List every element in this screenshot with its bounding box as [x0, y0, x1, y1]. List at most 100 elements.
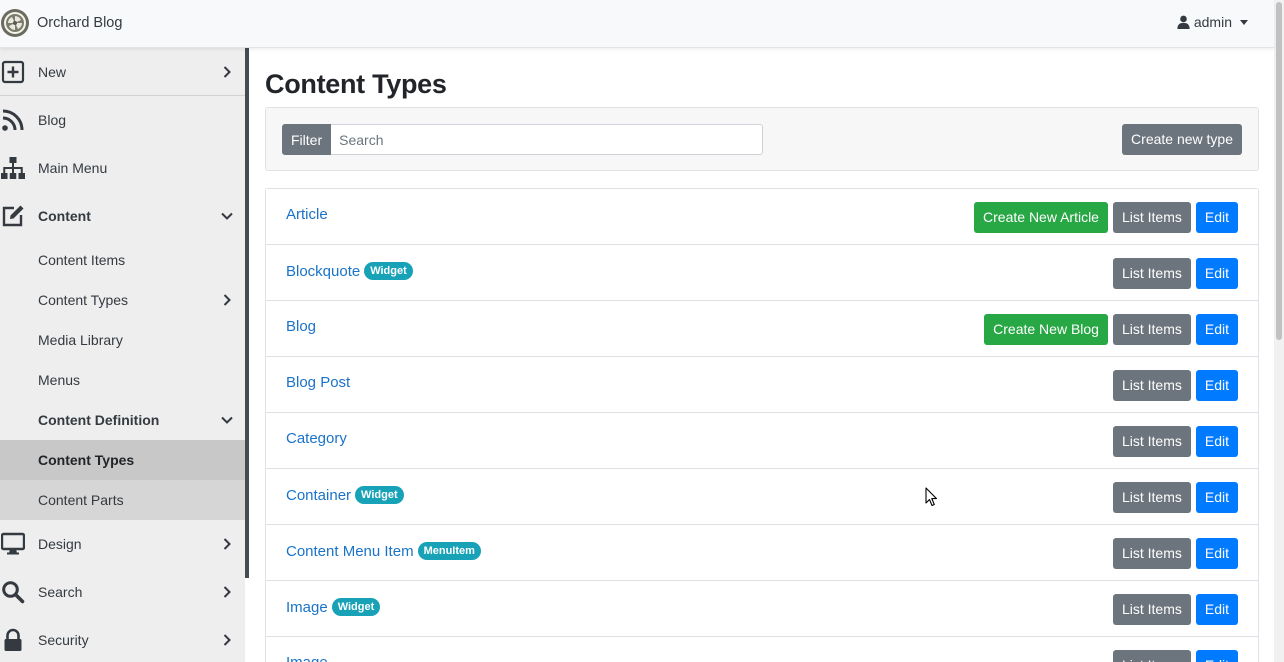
edit-button[interactable]: Edit	[1195, 370, 1238, 401]
rss-icon	[0, 107, 26, 133]
mouse-cursor-icon	[925, 487, 938, 507]
edit-button[interactable]: Edit	[1195, 426, 1238, 457]
search-input[interactable]	[331, 124, 764, 155]
chevron-right-icon	[223, 65, 231, 78]
edit-button[interactable]: Edit	[1195, 258, 1238, 289]
content-type-name: Container	[286, 486, 352, 504]
sidebar-resize-handle[interactable]	[245, 48, 249, 578]
sidebar-item-content[interactable]: Content	[0, 192, 245, 240]
orchard-logo-icon	[1, 9, 29, 37]
user-icon	[1177, 15, 1190, 29]
sidebar-item-label: Content Parts	[38, 492, 124, 508]
content-type-link[interactable]: Image	[286, 654, 328, 662]
sidebar-item-design[interactable]: Design	[0, 520, 245, 568]
sidebar-item-label: Content Items	[38, 252, 126, 268]
scrollbar-thumb[interactable]	[1276, 2, 1282, 340]
edit-button[interactable]: Edit	[1195, 482, 1238, 513]
plus-square-icon	[0, 59, 26, 85]
sidebar-item-media-library[interactable]: Media Library	[0, 320, 245, 360]
stereotype-badge: Widget	[364, 262, 413, 280]
content-type-name: Category	[286, 430, 347, 447]
sidebar-item-label: Security	[38, 632, 89, 648]
sidebar-item-content-parts[interactable]: Content Parts	[0, 480, 245, 520]
chevron-down-icon	[221, 212, 233, 220]
sidebar-item-menus[interactable]: Menus	[0, 360, 245, 400]
sidebar-item-main-menu[interactable]: Main Menu	[0, 144, 245, 192]
content-type-link[interactable]: Blockquote Widget	[286, 262, 413, 280]
sidebar-item-content-definition[interactable]: Content Definition	[0, 400, 245, 440]
sidebar-item-security[interactable]: Security	[0, 616, 245, 662]
user-menu[interactable]: admin	[1177, 14, 1248, 30]
edit-button[interactable]: Edit	[1195, 650, 1238, 662]
chevron-right-icon	[223, 586, 231, 598]
sidebar-item-label: Content Definition	[38, 412, 160, 428]
create-new-item-button[interactable]: Create New Article	[974, 202, 1108, 233]
caret-down-icon	[1240, 19, 1248, 25]
list-items-button[interactable]: List Items	[1112, 202, 1191, 233]
content-type-link[interactable]: Container Widget	[286, 486, 404, 504]
sitemap-icon	[0, 155, 26, 181]
chevron-right-icon	[223, 538, 231, 550]
row-actions: List ItemsEdit	[1112, 594, 1238, 625]
list-items-button[interactable]: List Items	[1112, 482, 1191, 513]
content-type-name: Article	[286, 206, 328, 223]
chevron-right-icon	[223, 634, 231, 646]
edit-button[interactable]: Edit	[1195, 202, 1238, 233]
sidebar-item-label: Media Library	[38, 332, 123, 348]
list-items-button[interactable]: List Items	[1112, 594, 1191, 625]
sidebar-item-content-types[interactable]: Content Types	[0, 280, 245, 320]
create-new-item-button[interactable]: Create New Blog	[984, 314, 1108, 345]
sidebar-item-label: Menus	[38, 372, 81, 388]
sidebar-item-def-content-types[interactable]: Content Types	[0, 440, 245, 480]
chevron-down-icon	[221, 416, 233, 424]
list-items-button[interactable]: List Items	[1112, 314, 1191, 345]
page-title: Content Types	[265, 69, 447, 99]
list-items-button[interactable]: List Items	[1112, 650, 1191, 662]
row-actions: List ItemsEdit	[1112, 426, 1238, 457]
content-type-link[interactable]: Category	[286, 430, 347, 447]
list-items-button[interactable]: List Items	[1112, 370, 1191, 401]
row-actions: List ItemsEdit	[1112, 538, 1238, 569]
table-row: Image List Items Edit	[266, 637, 1258, 662]
edit-button[interactable]: Edit	[1195, 594, 1238, 625]
content-type-name: Content Menu Item	[286, 542, 414, 560]
row-actions: List ItemsEdit	[1112, 258, 1238, 289]
edit-icon	[0, 203, 26, 229]
filter-group: Filter	[282, 124, 764, 155]
sidebar-item-label: Blog	[38, 112, 67, 128]
sidebar-item-new[interactable]: New	[0, 48, 245, 96]
content-type-link[interactable]: Article	[286, 206, 328, 223]
content-type-link[interactable]: Image Widget	[286, 598, 381, 616]
content-type-name: Blog	[286, 318, 317, 335]
sidebar-item-label: Content Types	[38, 292, 129, 308]
brand-name: Orchard Blog	[37, 15, 123, 31]
sidebar-item-blog[interactable]: Blog	[0, 96, 245, 144]
row-actions: List Items Edit	[1112, 650, 1238, 662]
edit-button[interactable]: Edit	[1195, 314, 1238, 345]
chevron-right-icon	[223, 294, 231, 306]
row-actions: Create New Blog List Items Edit	[984, 314, 1238, 345]
list-items-button[interactable]: List Items	[1112, 258, 1191, 289]
list-items-button[interactable]: List Items	[1112, 426, 1191, 457]
sidebar-item-content-items[interactable]: Content Items	[0, 240, 245, 280]
edit-button[interactable]: Edit	[1195, 538, 1238, 569]
brand[interactable]: Orchard Blog	[0, 8, 122, 38]
list-items-button[interactable]: List Items	[1112, 538, 1191, 569]
filter-bar: Filter Create new type	[265, 107, 1259, 171]
sidebar: New Blog Main Menu Content Content Items…	[0, 48, 245, 662]
content-type-link[interactable]: Content Menu Item MenuItem	[286, 542, 481, 560]
search-icon	[0, 579, 26, 605]
main-content: Content Types Filter Create new type Art…	[265, 48, 1259, 662]
stereotype-badge: Widget	[355, 486, 404, 504]
page-scrollbar[interactable]	[1274, 0, 1284, 662]
create-new-type-button[interactable]: Create new type	[1122, 124, 1242, 155]
table-row: Image Widget List Items Edit	[266, 581, 1258, 637]
sidebar-item-search[interactable]: Search	[0, 568, 245, 616]
stereotype-badge: MenuItem	[417, 542, 481, 560]
row-actions: Create New Article List Items Edit	[974, 202, 1238, 233]
table-row: Content Menu Item MenuItem List Items Edit	[266, 525, 1258, 581]
lock-icon	[0, 627, 26, 653]
user-name: admin	[1193, 14, 1232, 30]
content-type-link[interactable]: Blog Post	[286, 374, 350, 391]
content-type-link[interactable]: Blog	[286, 318, 316, 335]
